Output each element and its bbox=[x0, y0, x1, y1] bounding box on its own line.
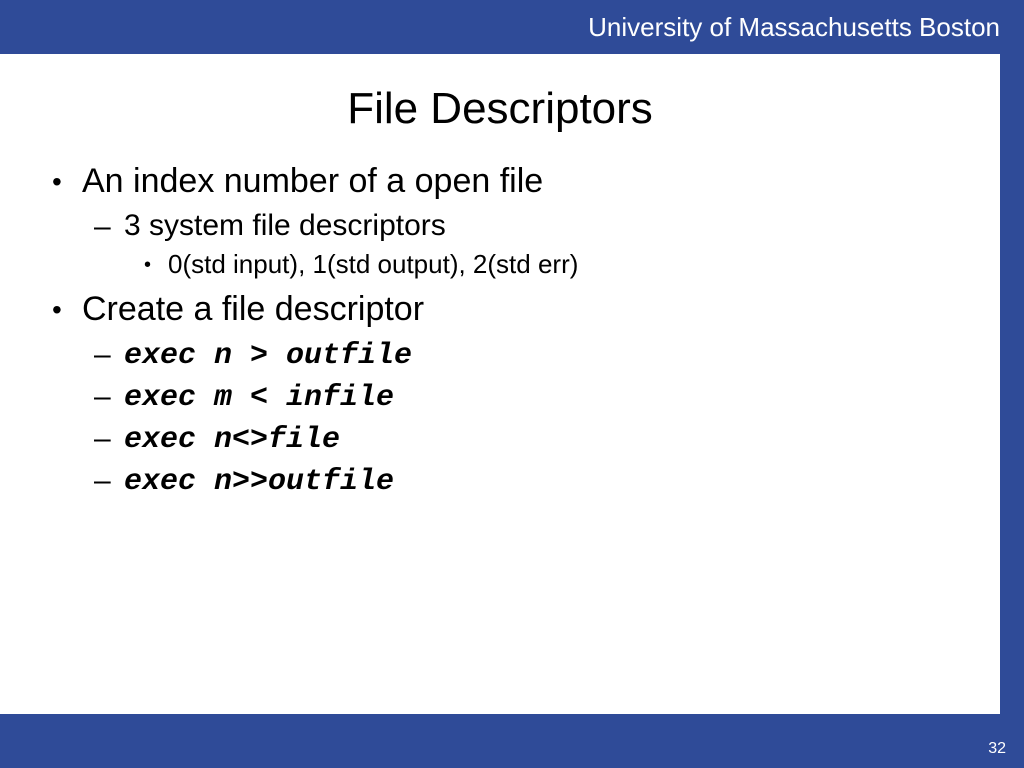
list-item: An index number of a open file 3 system … bbox=[40, 162, 960, 280]
list-item: exec n>>outfile bbox=[82, 463, 960, 499]
bullet-text: Create a file descriptor bbox=[82, 290, 424, 328]
list-item: exec m < infile bbox=[82, 379, 960, 415]
sub-list: 3 system file descriptors 0(std input), … bbox=[82, 209, 960, 280]
bullet-text: 0(std input), 1(std output), 2(std err) bbox=[168, 249, 578, 279]
slide-header: University of Massachusetts Boston bbox=[0, 0, 1024, 54]
bullet-text: An index number of a open file bbox=[82, 162, 543, 200]
list-item: Create a file descriptor exec n > outfil… bbox=[40, 290, 960, 499]
list-item: exec n > outfile bbox=[82, 337, 960, 373]
code-text: exec n>>outfile bbox=[124, 465, 394, 499]
slide-title: File Descriptors bbox=[40, 84, 960, 134]
bullet-list: An index number of a open file 3 system … bbox=[40, 162, 960, 499]
code-text: exec m < infile bbox=[124, 381, 394, 415]
code-text: exec n > outfile bbox=[124, 339, 412, 373]
org-name: University of Massachusetts Boston bbox=[588, 12, 1000, 43]
list-item: 3 system file descriptors 0(std input), … bbox=[82, 209, 960, 280]
slide-frame: University of Massachusetts Boston File … bbox=[0, 0, 1024, 768]
list-item: 0(std input), 1(std output), 2(std err) bbox=[124, 249, 960, 280]
sub-list: exec n > outfile exec m < infile exec n<… bbox=[82, 337, 960, 499]
page-number: 32 bbox=[988, 740, 1006, 758]
code-text: exec n<>file bbox=[124, 423, 340, 457]
slide-content: File Descriptors An index number of a op… bbox=[0, 54, 1000, 714]
bullet-text: 3 system file descriptors bbox=[124, 209, 446, 242]
sub-sub-list: 0(std input), 1(std output), 2(std err) bbox=[124, 249, 960, 280]
list-item: exec n<>file bbox=[82, 421, 960, 457]
